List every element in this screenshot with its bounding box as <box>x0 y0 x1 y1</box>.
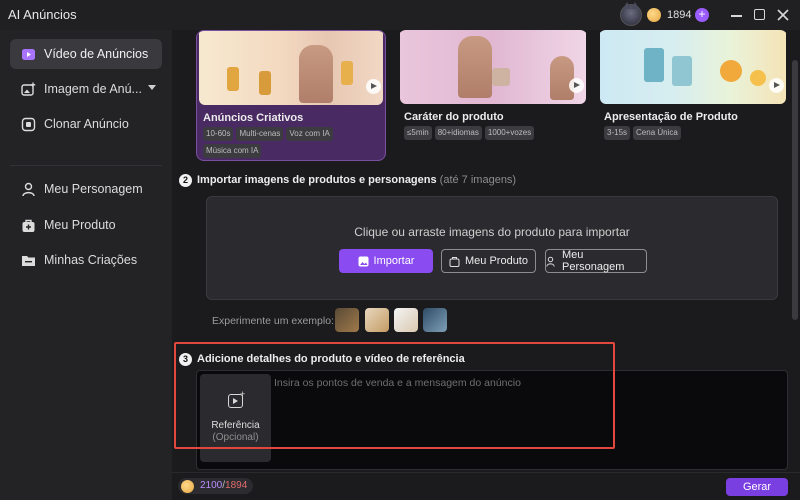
image-import-icon <box>358 256 369 267</box>
sidebar-item-my-product[interactable]: Meu Produto <box>10 210 162 240</box>
sidebar-divider <box>10 165 162 166</box>
play-icon[interactable] <box>569 78 584 93</box>
reference-optional-label: (Opcional) <box>212 432 259 443</box>
tag: 10-60s <box>203 127 234 141</box>
generate-button[interactable]: Gerar <box>726 478 788 496</box>
template-tags: 10-60s Multi-cenas Voz com IA Música com… <box>203 127 383 158</box>
folder-icon <box>20 252 36 268</box>
reference-label: Referência <box>211 420 260 431</box>
close-icon[interactable] <box>774 6 792 24</box>
import-button[interactable]: Importar <box>339 249 433 273</box>
example-thumbnail[interactable] <box>394 308 418 332</box>
clone-icon <box>20 116 36 132</box>
my-character-button[interactable]: Meu Personagem <box>545 249 647 273</box>
dropzone-text: Clique ou arraste imagens do produto par… <box>354 225 630 239</box>
plus-icon: + <box>240 389 246 399</box>
details-section-title: Adicione detalhes do produto e vídeo de … <box>197 353 465 365</box>
credits-available: 1894 <box>225 480 248 491</box>
my-product-button-label: Meu Produto <box>465 255 528 267</box>
main-content: Anúncios Criativos 10-60s Multi-cenas Vo… <box>172 30 800 500</box>
chevron-down-icon <box>148 85 156 90</box>
sidebar-item-video-ads[interactable]: Vídeo de Anúncios <box>10 39 162 69</box>
sidebar-item-label: Clonar Anúncio <box>44 117 129 131</box>
sidebar-item-my-character[interactable]: Meu Personagem <box>10 174 162 204</box>
minimize-icon[interactable] <box>728 6 746 24</box>
tag: 3-15s <box>604 126 631 140</box>
scrollbar[interactable] <box>792 60 798 320</box>
play-icon[interactable] <box>366 79 381 94</box>
example-thumbnail[interactable] <box>335 308 359 332</box>
product-bag-icon <box>449 256 460 267</box>
template-thumbnail <box>600 30 786 104</box>
sidebar-item-label: Meu Produto <box>44 218 116 232</box>
import-section-title: Importar imagens de produtos e personage… <box>197 174 516 186</box>
sidebar-item-image-ads[interactable]: Imagem de Anú... <box>10 74 162 104</box>
sidebar-item-my-creations[interactable]: Minhas Criações <box>10 245 162 275</box>
coin-icon <box>181 480 194 493</box>
reference-video-upload[interactable]: + Referência (Opcional) <box>200 374 271 462</box>
footer-bar: 2100/1894 Gerar <box>172 472 800 500</box>
sidebar-item-label: Meu Personagem <box>44 182 143 196</box>
template-card-product-presentation[interactable]: Apresentação de Produto 3-15s Cena Única <box>598 30 788 161</box>
image-plus-icon <box>20 81 36 97</box>
sidebar-item-label: Imagem de Anú... <box>44 82 142 96</box>
example-label: Experimente um exemplo: <box>212 315 334 327</box>
image-dropzone[interactable]: Clique ou arraste imagens do produto par… <box>206 196 778 300</box>
template-card-product-character[interactable]: Caráter do produto ≤5min 80+idiomas 1000… <box>398 30 588 161</box>
tag: Música com IA <box>203 144 262 158</box>
template-title: Apresentação de Produto <box>604 111 738 123</box>
tag: Voz com IA <box>286 127 333 141</box>
product-bag-icon <box>20 217 36 233</box>
sidebar-item-label: Minhas Criações <box>44 253 138 267</box>
step-number: 3 <box>179 353 192 366</box>
tag: 1000+vozes <box>484 126 535 140</box>
person-icon <box>546 256 557 267</box>
template-title: Caráter do produto <box>404 111 504 123</box>
person-icon <box>20 181 36 197</box>
my-character-button-label: Meu Personagem <box>562 249 625 273</box>
video-icon <box>20 46 36 62</box>
coin-icon <box>647 8 661 22</box>
tag: 80+idiomas <box>434 126 482 140</box>
app-window: AI Anúncios 1894 + Vídeo de Anúncios Ima… <box>0 0 800 500</box>
example-thumbnail[interactable] <box>423 308 447 332</box>
selling-points-input[interactable] <box>274 374 774 392</box>
credit-count: 1894 <box>667 9 692 21</box>
import-button-label: Importar <box>373 255 415 267</box>
import-title-text: Importar imagens de produtos e personage… <box>197 174 437 186</box>
template-card-creative-ads[interactable]: Anúncios Criativos 10-60s Multi-cenas Vo… <box>196 30 386 161</box>
sidebar: Vídeo de Anúncios Imagem de Anú... Clona… <box>0 30 172 500</box>
template-thumbnail <box>199 31 383 105</box>
template-tags: 3-15s Cena Única <box>604 126 784 140</box>
sidebar-item-label: Vídeo de Anúncios <box>44 47 149 61</box>
template-thumbnail <box>400 30 586 104</box>
app-title: AI Anúncios <box>8 7 77 22</box>
play-icon[interactable] <box>769 78 784 93</box>
tag: ≤5min <box>404 126 432 140</box>
tag: Cena Única <box>633 126 681 140</box>
template-title: Anúncios Criativos <box>203 112 304 124</box>
maximize-icon[interactable] <box>751 6 769 24</box>
step-number: 2 <box>179 174 192 187</box>
example-thumbnail[interactable] <box>365 308 389 332</box>
my-product-button[interactable]: Meu Produto <box>441 249 536 273</box>
sidebar-item-clone-ad[interactable]: Clonar Anúncio <box>10 109 162 139</box>
add-credits-button[interactable]: + <box>695 8 709 22</box>
import-hint: (até 7 imagens) <box>439 174 517 186</box>
user-avatar[interactable] <box>620 2 642 26</box>
title-bar: AI Anúncios 1894 + <box>0 0 800 30</box>
template-tags: ≤5min 80+idiomas 1000+vozes <box>404 126 584 140</box>
credits-needed: 2100 <box>200 480 223 491</box>
tag: Multi-cenas <box>236 127 284 141</box>
